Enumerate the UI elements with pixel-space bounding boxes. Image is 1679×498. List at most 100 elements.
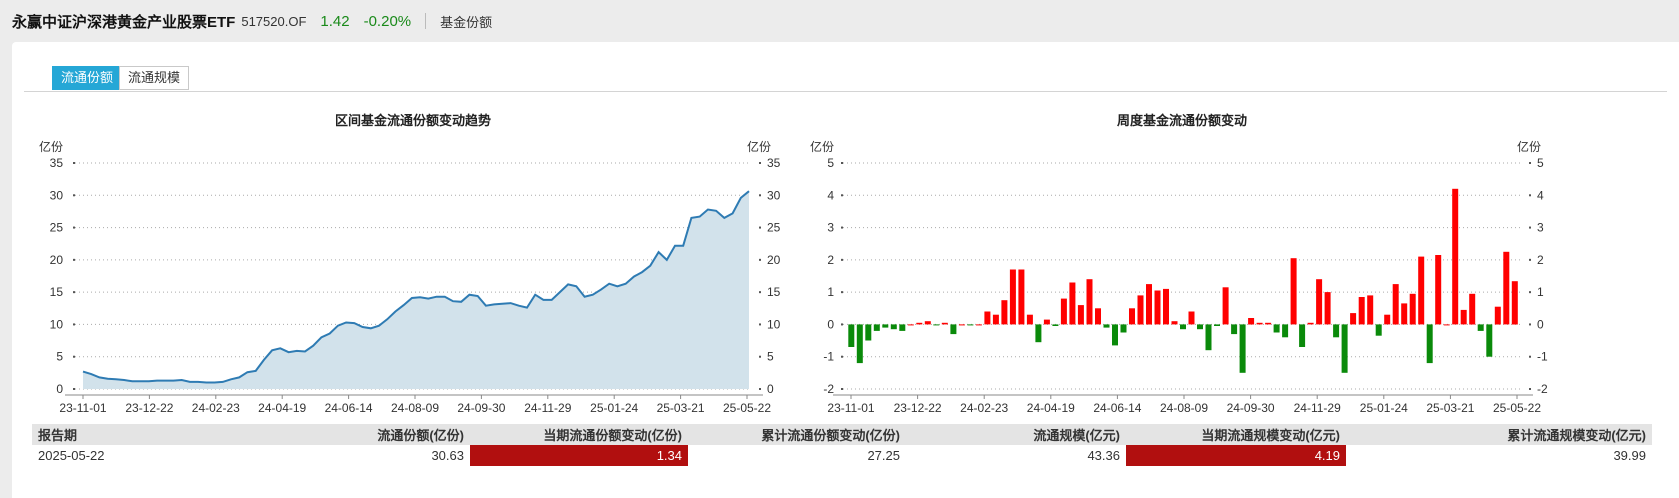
y-tick-label-right: 20 — [767, 253, 781, 267]
weekly-change-bar — [1460, 309, 1467, 325]
weekly-change-bar — [1324, 292, 1331, 325]
y-tick-label-right: 3 — [1537, 221, 1544, 235]
weekly-change-bar — [1494, 306, 1501, 325]
x-tick-label: 24-02-23 — [192, 401, 240, 415]
x-tick-label: 25-05-22 — [1493, 401, 1541, 415]
weekly-change-bar — [1171, 321, 1178, 325]
y-tick-mark-left — [841, 388, 843, 390]
weekly-change-bar — [856, 324, 863, 364]
x-tick-label: 25-03-21 — [1426, 401, 1474, 415]
weekly-change-bar — [1341, 324, 1348, 373]
y-tick-mark-left — [841, 226, 843, 229]
weekly-change-bar — [1112, 324, 1118, 346]
weekly-change-bar — [890, 324, 897, 330]
y-tick-mark-right — [759, 162, 761, 164]
weekly-change-bar — [1418, 256, 1425, 325]
cell-cum-scale-change: 39.99 — [1613, 448, 1646, 463]
weekly-change-bar — [984, 311, 991, 325]
y-tick-mark-right — [1529, 323, 1531, 326]
weekly-change-bar — [1409, 293, 1416, 325]
y-tick-label-right: 15 — [767, 285, 781, 299]
y-tick-label-right: 25 — [767, 221, 781, 235]
x-tick-label: 23-12-22 — [125, 401, 173, 415]
y-tick-label-right: 30 — [767, 188, 781, 202]
weekly-change-bar — [1477, 324, 1484, 331]
weekly-change-bar — [1443, 324, 1450, 326]
weekly-change-bar — [1401, 303, 1408, 325]
x-tick-label: 24-02-23 — [960, 401, 1008, 415]
x-tick-label: 24-04-19 — [258, 401, 306, 415]
weekly-change-bar — [1486, 324, 1493, 357]
weekly-change-bar — [1392, 284, 1399, 325]
weekly-change-bar — [882, 324, 889, 328]
y-tick-mark-left — [841, 194, 843, 197]
y-tick-label-left: -1 — [823, 350, 834, 364]
weekly-change-bar — [1060, 298, 1067, 325]
y-tick-mark-right — [1529, 355, 1531, 358]
weekly-change-bar — [933, 324, 940, 326]
col-header-cum-share-change: 累计流通份额变动(亿份) — [761, 428, 900, 443]
y-tick-mark-left — [73, 388, 75, 390]
weekly-change-bar — [1018, 269, 1025, 325]
col-header-period-share-change: 当期流通份额变动(亿份) — [543, 428, 682, 443]
weekly-change-bar — [1299, 324, 1306, 347]
weekly-change-bar — [1248, 318, 1255, 325]
weekly-change-bar — [1137, 295, 1144, 325]
weekly-change-bar — [958, 324, 965, 326]
y-tick-label-left: 1 — [827, 285, 834, 299]
weekly-change-bar — [848, 324, 855, 347]
weekly-change-bar — [941, 322, 948, 325]
y-unit-left: 亿份 — [39, 139, 63, 154]
x-tick-label: 24-06-14 — [325, 401, 373, 415]
y-tick-mark-left — [841, 291, 843, 294]
weekly-change-bar — [1435, 255, 1442, 325]
y-tick-label-left: 4 — [827, 188, 834, 202]
table-header-row: 报告期 流通份额(亿份) 当期流通份额变动(亿份) 累计流通份额变动(亿份) 流… — [32, 424, 1652, 445]
y-tick-mark-right — [1529, 258, 1531, 261]
y-tick-label-left: 35 — [50, 156, 64, 170]
weekly-change-bar — [1077, 305, 1084, 325]
y-tick-mark-right — [1529, 162, 1531, 164]
weekly-chart-title: 周度基金流通份额变动 — [1117, 113, 1247, 128]
weekly-change-bar — [1384, 314, 1391, 325]
weekly-change-bar — [967, 324, 974, 326]
y-tick-label-right: 5 — [1537, 156, 1544, 170]
weekly-change-bar — [916, 322, 923, 325]
cell-scale: 43.36 — [1087, 448, 1120, 463]
data-table: 报告期 流通份额(亿份) 当期流通份额变动(亿份) 累计流通份额变动(亿份) 流… — [32, 424, 1652, 466]
y-tick-mark-left — [73, 162, 75, 164]
y-tick-label-left: 30 — [50, 188, 64, 202]
y-tick-label-right: -2 — [1537, 382, 1548, 396]
col-header-period: 报告期 — [38, 428, 78, 443]
y-tick-label-right: 10 — [767, 317, 781, 331]
weekly-change-bar — [1009, 269, 1016, 325]
y-tick-label-left: 5 — [56, 350, 63, 364]
y-tick-label-left: 0 — [56, 382, 63, 396]
weekly-change-bar — [1307, 322, 1314, 325]
weekly-change-bar — [1282, 324, 1289, 338]
y-tick-mark-right — [759, 194, 761, 197]
y-tick-label-right: -1 — [1537, 350, 1548, 364]
weekly-change-bar — [1452, 188, 1459, 325]
y-tick-mark-left — [73, 323, 75, 326]
weekly-change-bar — [1350, 313, 1357, 325]
y-unit-right: 亿份 — [1517, 139, 1541, 154]
y-tick-label-right: 2 — [1537, 253, 1544, 267]
y-tick-mark-right — [759, 226, 761, 229]
weekly-change-bar — [873, 324, 880, 331]
y-tick-label-right: 5 — [767, 350, 774, 364]
y-tick-mark-left — [841, 323, 843, 326]
weekly-change-bar — [1035, 324, 1042, 343]
y-tick-mark-left — [841, 355, 843, 358]
y-tick-mark-left — [73, 194, 75, 197]
y-tick-mark-right — [759, 355, 761, 358]
x-tick-label: 24-08-09 — [1160, 401, 1208, 415]
weekly-change-bar — [1043, 319, 1050, 325]
x-tick-label: 24-11-29 — [1294, 401, 1341, 415]
weekly-change-bar — [1095, 308, 1101, 325]
weekly-change-bar — [1256, 322, 1263, 325]
y-tick-mark-left — [73, 355, 75, 358]
col-header-shares: 流通份额(亿份) — [377, 428, 464, 443]
x-tick-label: 24-11-29 — [524, 401, 571, 415]
x-tick-label: 25-03-21 — [657, 401, 705, 415]
